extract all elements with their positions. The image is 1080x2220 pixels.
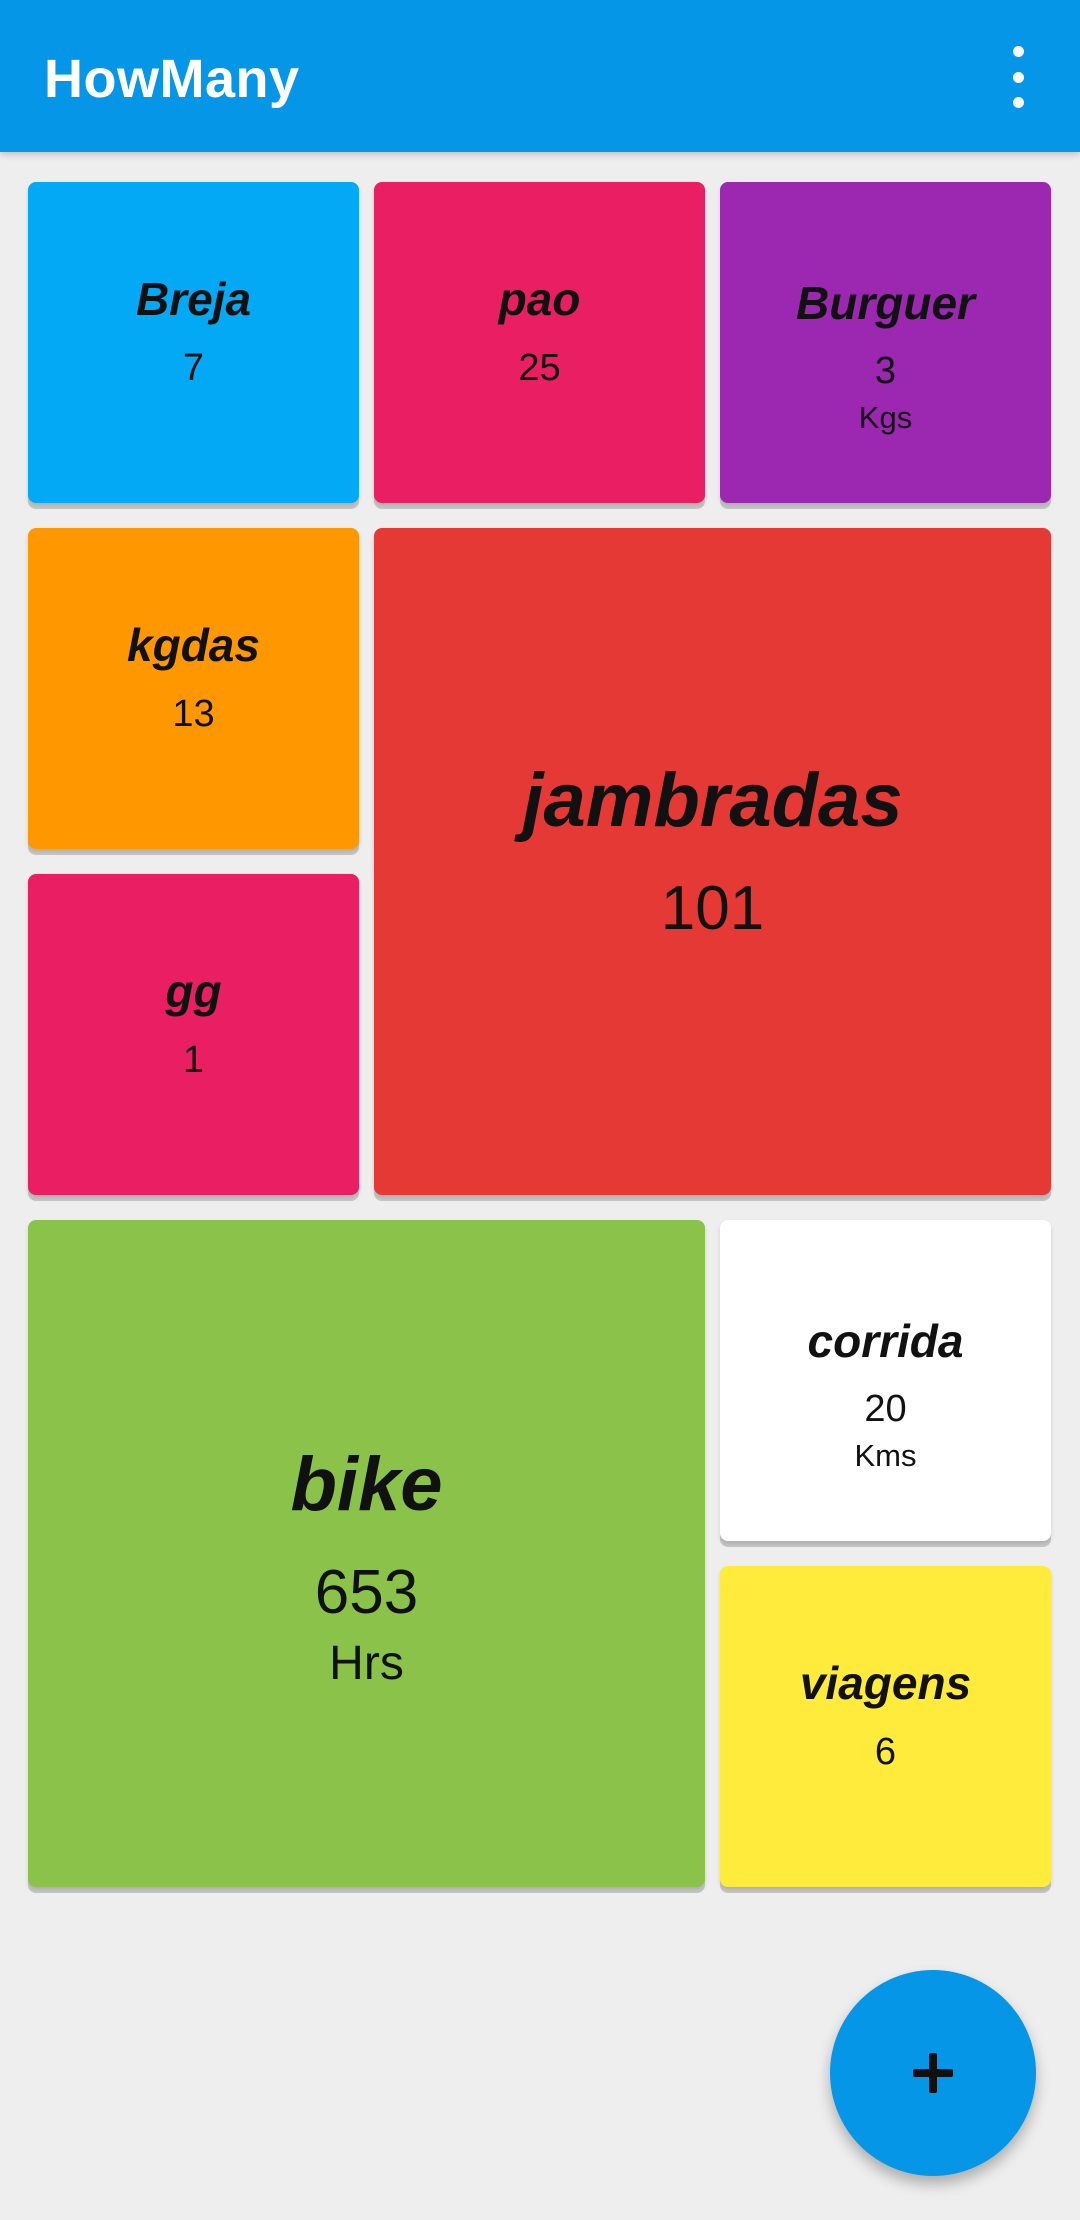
counter-name: gg [165, 965, 222, 1018]
counter-unit: Hrs [329, 1637, 404, 1691]
counter-value: 13 [172, 692, 215, 735]
counter-tile-gg[interactable]: gg 1 [28, 874, 359, 1195]
app-bar: HowMany [0, 0, 1080, 152]
counter-name: viagens [799, 1657, 972, 1710]
counter-tile-kgdas[interactable]: kgdas 13 [28, 528, 359, 849]
counter-name: Burguer [796, 276, 975, 329]
counter-unit: Kgs [858, 399, 913, 435]
counter-value: 7 [182, 346, 205, 389]
counter-tile-burguer[interactable]: Burguer 3 Kgs [720, 182, 1051, 503]
plus-icon [913, 2053, 953, 2093]
counter-name: kgdas [127, 619, 260, 672]
more-options-icon[interactable] [994, 46, 1042, 108]
counter-name: Breja [135, 273, 252, 326]
counter-tile-jambradas[interactable]: jambradas 101 [374, 528, 1051, 1195]
counter-value: 653 [314, 1558, 419, 1628]
counter-name: pao [498, 273, 581, 326]
counter-value: 20 [864, 1388, 907, 1431]
counter-tile-breja[interactable]: Breja 7 [28, 182, 359, 503]
counter-unit: Kms [854, 1437, 917, 1473]
counter-value: 101 [660, 873, 765, 943]
counter-tile-corrida[interactable]: corrida 20 Kms [720, 1220, 1051, 1541]
add-counter-button[interactable] [830, 1970, 1036, 2176]
counter-tile-bike[interactable]: bike 653 Hrs [28, 1220, 705, 1887]
counter-value: 6 [874, 1730, 897, 1773]
app-title: HowMany [44, 49, 300, 109]
counter-name: corrida [807, 1314, 964, 1367]
counter-value: 1 [182, 1038, 205, 1081]
counter-tile-viagens[interactable]: viagens 6 [720, 1566, 1051, 1887]
counter-name: bike [290, 1442, 443, 1528]
counter-name: jambradas [522, 758, 903, 844]
counter-value: 25 [518, 346, 561, 389]
counter-tile-pao[interactable]: pao 25 [374, 182, 705, 503]
counter-value: 3 [874, 350, 897, 393]
